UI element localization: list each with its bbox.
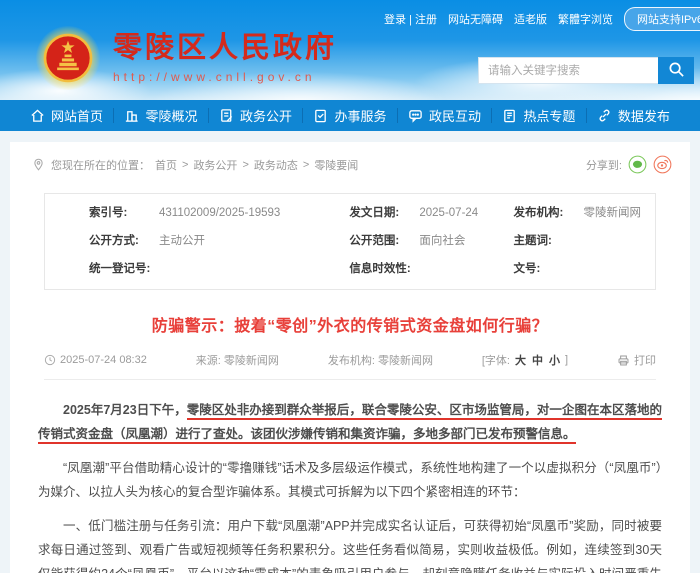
document-icon [219,108,234,123]
site-logo: 零陵区人民政府 http://www.cnll.gov.cn [36,26,337,90]
paragraph-text: “凤凰潮”平台借助精心设计的“零撸赚钱”话术及多层级运作模式，系统性地构建了一个… [38,461,662,499]
document-metadata-table: 索引号: 431102009/2025-19593 发文日期: 2025-07-… [44,193,656,290]
meta-issue-date: 发文日期: 2025-07-24 [349,207,513,221]
search-icon [668,61,685,81]
font-size-small-button[interactable]: 小 [549,352,560,368]
nav-separator [302,108,303,123]
national-emblem-icon [36,26,100,90]
font-size-medium-button[interactable]: 中 [532,352,543,368]
article-body: 2025年7月23日下午，零陵区处非办接到群众举报后，联合零陵公安、区市场监管局… [10,380,690,573]
article-source: 来源: 零陵新闻网 [196,352,279,368]
article-paragraph: 2025年7月23日下午，零陵区处非办接到群众举报后，联合零陵公安、区市场监管局… [38,398,662,446]
breadcrumb-home[interactable]: 首页 [155,157,177,173]
article-title: 防骗警示：披着“零创”外衣的传销式资金盘如何行骗？ [50,312,650,336]
breadcrumb: 您现在所在的位置： 首页 > 政务公开 > 政务动态 > 零陵要闻 分享到: [10,142,690,185]
nav-item-label: 零陵概况 [145,106,197,125]
breadcrumb-prefix: 您现在所在的位置： [51,157,150,173]
nav-item-data[interactable]: 数据发布 [593,106,674,125]
nav-separator [113,108,114,123]
nav-item-hot-topics[interactable]: 热点专题 [498,106,579,125]
red-underlined-text: 零陵区处非办接到群众举报后，联合零陵公安、区市场监管局， [187,403,537,420]
site-url: http://www.cnll.gov.cn [113,70,337,84]
print-button[interactable]: 打印 [617,352,656,368]
ipv6-badge[interactable]: 网站支持IPv6 [624,7,700,31]
chat-icon [408,108,423,123]
paragraph-text: 一、低门槛注册与任务引流：用户下载“凤凰潮”APP并完成实名认证后，可获得初始“… [38,519,662,573]
nav-item-label: 办事服务 [334,106,386,125]
breadcrumb-separator: > [242,159,248,171]
home-icon [30,108,45,123]
main-nav: 网站首页 零陵概况 政务公开 办事服务 [0,100,700,131]
share-label: 分享到: [586,157,622,173]
site-banner: 登录 | 注册 网站无障碍 适老版 繁體字浏览 网站支持IPv6 零陵区人民政府… [0,0,700,100]
wechat-share-icon[interactable] [628,155,647,174]
meta-validity: 信息时效性: [349,263,513,277]
weibo-share-icon[interactable] [653,155,672,174]
nav-separator [208,108,209,123]
meta-document-number: 文号: [513,263,655,277]
elder-version-link[interactable]: 适老版 [514,11,547,27]
nav-item-services[interactable]: 办事服务 [309,106,390,125]
nav-item-label: 政民互动 [429,106,481,125]
nav-item-home[interactable]: 网站首页 [26,106,107,125]
article-paragraph: 一、低门槛注册与任务引流：用户下载“凤凰潮”APP并完成实名认证后，可获得初始“… [38,514,662,573]
nav-item-overview[interactable]: 零陵概况 [120,106,201,125]
meta-disclosure-method: 公开方式: 主动公开 [89,235,349,249]
nav-item-label: 网站首页 [51,106,103,125]
content-card: 您现在所在的位置： 首页 > 政务公开 > 政务动态 > 零陵要闻 分享到: [10,142,690,573]
nav-separator [586,108,587,123]
breadcrumb-separator: > [182,159,188,171]
article-meta-row: 2025-07-24 08:32 来源: 零陵新闻网 发布机构: 零陵新闻网 [… [44,352,656,380]
font-size-large-button[interactable]: 大 [515,352,526,368]
link-icon [597,108,612,123]
building-icon [124,108,139,123]
font-size-prefix: [字体: [482,352,510,368]
meta-registration-number: 统一登记号: [89,263,349,277]
nav-item-label: 数据发布 [618,106,670,125]
traditional-chinese-link[interactable]: 繁體字浏览 [558,11,613,27]
accessibility-link[interactable]: 网站无障碍 [448,11,503,27]
search-button[interactable] [658,57,694,84]
login-register-link[interactable]: 登录 | 注册 [384,11,437,27]
font-size-control: [字体: 大 中 小 ] [482,352,568,368]
meta-publisher: 发布机构: 零陵新闻网 [513,207,655,221]
publish-time: 2025-07-24 08:32 [44,354,147,366]
article-agency: 发布机构: 零陵新闻网 [328,352,433,368]
search-input[interactable] [478,57,658,84]
paragraph-text: 2025年7月23日下午， [63,403,187,417]
nav-separator [397,108,398,123]
site-title: 零陵区人民政府 [113,32,337,65]
page: 登录 | 注册 网站无障碍 适老版 繁體字浏览 网站支持IPv6 零陵区人民政府… [0,0,700,573]
meta-index-number: 索引号: 431102009/2025-19593 [89,207,349,221]
nav-item-gov-info[interactable]: 政务公开 [215,106,296,125]
clock-icon [44,354,56,366]
location-pin-icon [32,158,45,171]
newspaper-icon [502,108,517,123]
nav-item-label: 热点专题 [523,106,575,125]
nav-separator [491,108,492,123]
font-size-suffix: ] [565,354,568,366]
nav-item-label: 政务公开 [240,106,292,125]
top-utility-bar: 登录 | 注册 网站无障碍 适老版 繁體字浏览 网站支持IPv6 [384,7,700,31]
meta-keywords: 主题词: [513,235,655,249]
printer-icon [617,354,630,367]
nav-item-interaction[interactable]: 政民互动 [404,106,485,125]
breadcrumb-gov-info[interactable]: 政务公开 [193,157,237,173]
meta-disclosure-scope: 公开范围: 面向社会 [349,235,513,249]
breadcrumb-current[interactable]: 零陵要闻 [314,157,358,173]
article-paragraph: “凤凰潮”平台借助精心设计的“零撸赚钱”话术及多层级运作模式，系统性地构建了一个… [38,456,662,504]
breadcrumb-gov-news[interactable]: 政务动态 [254,157,298,173]
clipboard-check-icon [313,108,328,123]
search-bar [478,57,694,84]
breadcrumb-separator: > [303,159,309,171]
